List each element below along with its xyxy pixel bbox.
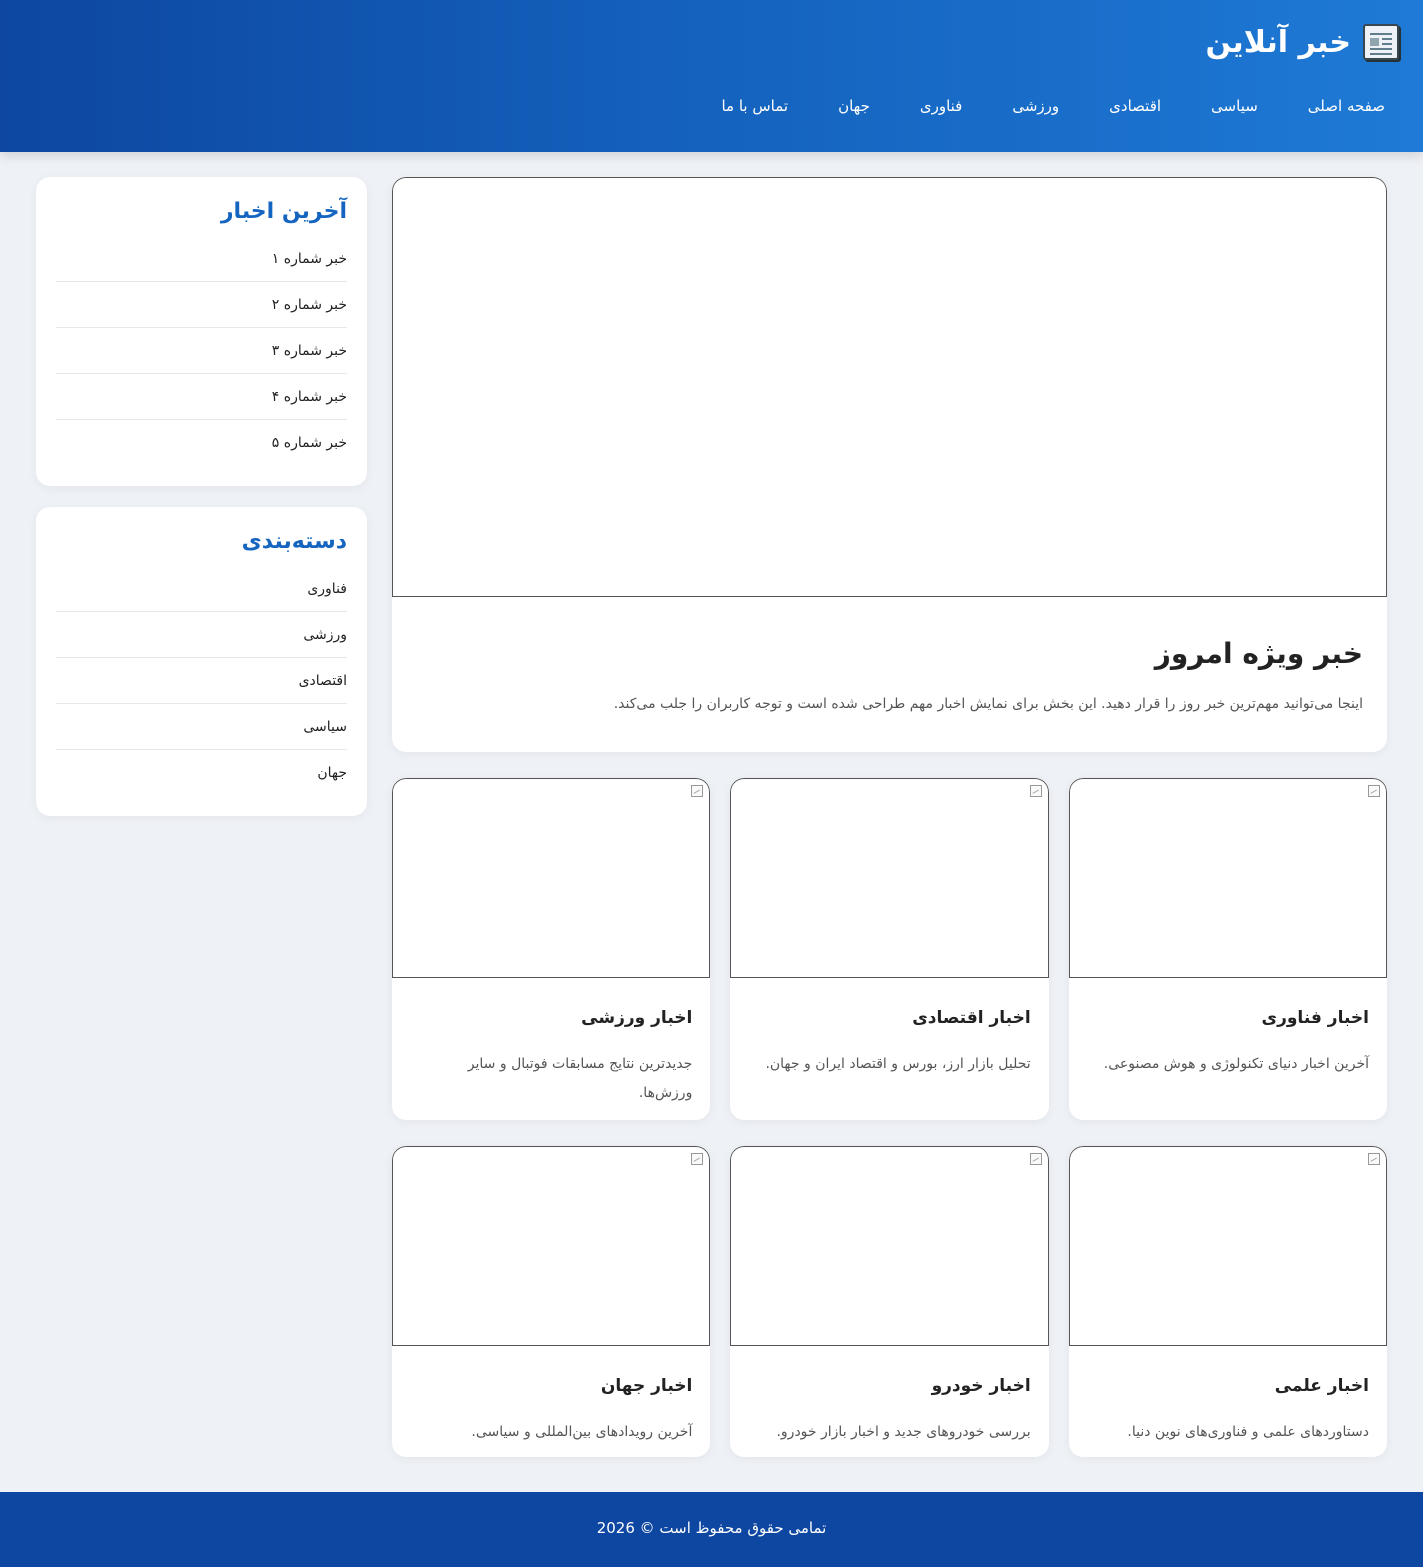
site-title: خبر آنلاین [1205, 24, 1351, 60]
card-title: اخبار خودرو [931, 1376, 1031, 1396]
broken-image-icon [1368, 1153, 1380, 1165]
news-card-science[interactable]: اخبار علمی دستاوردهای علمی و فناوری‌های … [1068, 1146, 1387, 1457]
broken-image-icon [691, 785, 704, 797]
site-footer: تمامی حقوق محفوظ است © 2026 [0, 1492, 1423, 1567]
card-text: آخرین رویدادهای بین‌المللی و سیاسی. [471, 1424, 693, 1440]
card-image [730, 1146, 1049, 1346]
featured-image [392, 177, 1387, 597]
latest-news-item[interactable]: خبر شماره ۵ [56, 420, 347, 466]
category-item[interactable]: سیاسی [56, 704, 347, 750]
latest-news-title: آخرین اخبار [220, 199, 347, 224]
categories-title: دسته‌بندی [241, 529, 347, 554]
category-item[interactable]: اقتصادی [56, 658, 347, 704]
latest-news-item[interactable]: خبر شماره ۴ [56, 374, 347, 420]
news-grid-row-2: اخبار علمی دستاوردهای علمی و فناوری‌های … [392, 1146, 1387, 1457]
latest-news-item[interactable]: خبر شماره ۲ [56, 282, 347, 328]
broken-image-icon [1029, 785, 1042, 797]
latest-news-widget: آخرین اخبار خبر شماره ۱ خبر شماره ۲ خبر … [36, 177, 367, 486]
featured-text: اینجا می‌توانید مهم‌ترین خبر روز را قرار… [613, 696, 1363, 712]
newspaper-icon [1363, 24, 1399, 60]
nav-world[interactable]: جهان [838, 97, 870, 115]
card-image [392, 1146, 711, 1346]
latest-news-item[interactable]: خبر شماره ۱ [56, 236, 347, 282]
news-card-world[interactable]: اخبار جهان آخرین رویدادهای بین‌المللی و … [392, 1146, 711, 1457]
broken-image-icon [691, 1153, 704, 1165]
sidebar: آخرین اخبار خبر شماره ۱ خبر شماره ۲ خبر … [36, 177, 367, 837]
news-card-technology[interactable]: اخبار فناوری آخرین اخبار دنیای تکنولوژی … [1068, 778, 1387, 1120]
main-nav: صفحه اصلی سیاسی اقتصادی ورزشی فناوری جها… [671, 97, 1385, 115]
card-title: اخبار علمی [1274, 1376, 1369, 1396]
news-grid-row-1: اخبار فناوری آخرین اخبار دنیای تکنولوژی … [392, 778, 1387, 1120]
broken-image-icon [1368, 785, 1380, 797]
card-title: اخبار ورزشی [581, 1008, 693, 1028]
card-text: دستاوردهای علمی و فناوری‌های نوین دنیا. [1127, 1424, 1369, 1440]
nav-politics[interactable]: سیاسی [1211, 97, 1258, 115]
category-item[interactable]: فناوری [56, 566, 347, 612]
category-item[interactable]: ورزشی [56, 612, 347, 658]
featured-news[interactable]: خبر ویژه امروز اینجا می‌توانید مهم‌ترین … [392, 177, 1387, 752]
card-text: جدیدترین نتایج مسابقات فوتبال و سایر ورز… [467, 1056, 693, 1101]
nav-sports[interactable]: ورزشی [1012, 97, 1059, 115]
card-image [1068, 778, 1387, 978]
nav-home[interactable]: صفحه اصلی [1308, 97, 1385, 115]
nav-economy[interactable]: اقتصادی [1109, 97, 1161, 115]
card-title: اخبار فناوری [1261, 1008, 1370, 1028]
latest-news-item[interactable]: خبر شماره ۳ [56, 328, 347, 374]
categories-widget: دسته‌بندی فناوری ورزشی اقتصادی سیاسی جها… [36, 507, 367, 816]
category-item[interactable]: جهان [56, 750, 347, 796]
main-content: خبر ویژه امروز اینجا می‌توانید مهم‌ترین … [392, 177, 1387, 1457]
card-image [730, 778, 1049, 978]
card-title: اخبار اقتصادی [912, 1008, 1031, 1028]
card-title: اخبار جهان [600, 1376, 693, 1396]
news-card-automotive[interactable]: اخبار خودرو بررسی خودروهای جدید و اخبار … [730, 1146, 1049, 1457]
nav-contact[interactable]: تماس با ما [721, 97, 788, 115]
copyright-text: تمامی حقوق محفوظ است © 2026 [596, 1519, 827, 1537]
news-card-economy[interactable]: اخبار اقتصادی تحلیل بازار ارز، بورس و اق… [730, 778, 1049, 1120]
news-card-sports[interactable]: اخبار ورزشی جدیدترین نتایج مسابقات فوتبا… [392, 778, 711, 1120]
card-image [392, 778, 711, 978]
card-image [1068, 1146, 1387, 1346]
card-text: تحلیل بازار ارز، بورس و اقتصاد ایران و ج… [765, 1056, 1031, 1072]
site-header: خبر آنلاین صفحه اصلی سیاسی اقتصادی ورزشی… [0, 0, 1423, 152]
broken-image-icon [1029, 1153, 1042, 1165]
card-text: بررسی خودروهای جدید و اخبار بازار خودرو. [776, 1424, 1031, 1440]
featured-title: خبر ویژه امروز [1154, 637, 1363, 670]
nav-technology[interactable]: فناوری [920, 97, 963, 115]
brand[interactable]: خبر آنلاین [1205, 24, 1399, 60]
card-text: آخرین اخبار دنیای تکنولوژی و هوش مصنوعی. [1103, 1056, 1369, 1072]
